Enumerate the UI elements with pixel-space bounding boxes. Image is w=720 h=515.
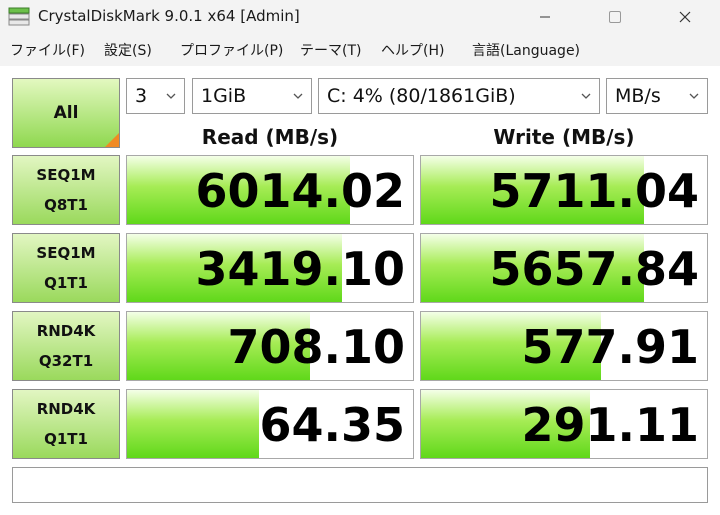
window-title: CrystalDiskMark 9.0.1 x64 [Admin] xyxy=(38,7,300,25)
drive-select[interactable]: C: 4% (80/1861GiB) xyxy=(318,78,600,114)
maximize-icon xyxy=(609,11,621,23)
write-result-seq1m-q1t1: 5657.84 xyxy=(420,233,708,303)
write-result-seq1m-q8t1: 5711.04 xyxy=(420,155,708,225)
test-name-line1: SEQ1M xyxy=(36,244,96,262)
read-value: 3419.10 xyxy=(195,242,405,296)
test-button-rnd4k-q32t1[interactable]: RND4K Q32T1 xyxy=(12,311,120,381)
test-count-select[interactable]: 3 xyxy=(126,78,185,114)
chevron-down-icon xyxy=(689,93,699,99)
close-icon xyxy=(679,11,691,23)
test-name-line2: Q8T1 xyxy=(44,196,88,214)
test-button-seq1m-q8t1[interactable]: SEQ1M Q8T1 xyxy=(12,155,120,225)
minimize-button[interactable] xyxy=(520,0,570,34)
all-button-label: All xyxy=(53,103,79,123)
all-button[interactable]: All xyxy=(12,78,120,148)
write-result-rnd4k-q1t1: 291.11 xyxy=(420,389,708,459)
read-value: 708.10 xyxy=(227,320,405,374)
write-value: 5657.84 xyxy=(489,242,699,296)
crystaldiskmark-app-icon xyxy=(8,7,30,26)
all-button-corner-marker xyxy=(105,133,119,147)
minimize-icon xyxy=(540,16,550,18)
read-level-bar xyxy=(127,390,259,458)
write-column-header: Write (MB/s) xyxy=(493,125,635,149)
read-value: 6014.02 xyxy=(195,164,405,218)
chevron-down-icon xyxy=(293,93,303,99)
test-name-line1: RND4K xyxy=(36,400,96,418)
read-result-seq1m-q1t1: 3419.10 xyxy=(126,233,414,303)
chevron-down-icon xyxy=(581,93,591,99)
read-result-rnd4k-q1t1: 64.35 xyxy=(126,389,414,459)
test-count-value: 3 xyxy=(135,85,148,107)
test-button-rnd4k-q1t1[interactable]: RND4K Q1T1 xyxy=(12,389,120,459)
write-value: 577.91 xyxy=(521,320,699,374)
test-name-line2: Q32T1 xyxy=(38,352,94,370)
test-size-select[interactable]: 1GiB xyxy=(192,78,312,114)
unit-value: MB/s xyxy=(615,85,661,107)
title-bar: CrystalDiskMark 9.0.1 x64 [Admin] xyxy=(0,0,720,34)
menu-settings[interactable]: 設定(S) xyxy=(104,40,152,60)
read-result-seq1m-q8t1: 6014.02 xyxy=(126,155,414,225)
read-result-rnd4k-q32t1: 708.10 xyxy=(126,311,414,381)
menu-help[interactable]: ヘルプ(H) xyxy=(381,40,444,60)
test-name-line2: Q1T1 xyxy=(44,430,88,448)
test-name-line1: SEQ1M xyxy=(36,166,96,184)
maximize-button[interactable] xyxy=(590,0,640,34)
write-value: 5711.04 xyxy=(489,164,699,218)
chevron-down-icon xyxy=(166,93,176,99)
menu-language[interactable]: 言語(Language) xyxy=(472,40,580,60)
read-value: 64.35 xyxy=(259,398,405,452)
test-name-line1: RND4K xyxy=(36,322,96,340)
close-button[interactable] xyxy=(660,0,710,34)
menu-profile[interactable]: プロファイル(P) xyxy=(180,40,283,60)
test-name-line2: Q1T1 xyxy=(44,274,88,292)
read-column-header: Read (MB/s) xyxy=(201,125,339,149)
drive-value: C: 4% (80/1861GiB) xyxy=(327,85,516,107)
test-size-value: 1GiB xyxy=(201,85,247,107)
test-button-seq1m-q1t1[interactable]: SEQ1M Q1T1 xyxy=(12,233,120,303)
menu-theme[interactable]: テーマ(T) xyxy=(300,40,361,60)
unit-select[interactable]: MB/s xyxy=(606,78,708,114)
menu-file[interactable]: ファイル(F) xyxy=(10,40,85,60)
menu-bar: ファイル(F) 設定(S) プロファイル(P) テーマ(T) ヘルプ(H) 言語… xyxy=(0,34,720,64)
write-value: 291.11 xyxy=(521,398,699,452)
write-result-rnd4k-q32t1: 577.91 xyxy=(420,311,708,381)
comment-field[interactable] xyxy=(12,467,708,503)
